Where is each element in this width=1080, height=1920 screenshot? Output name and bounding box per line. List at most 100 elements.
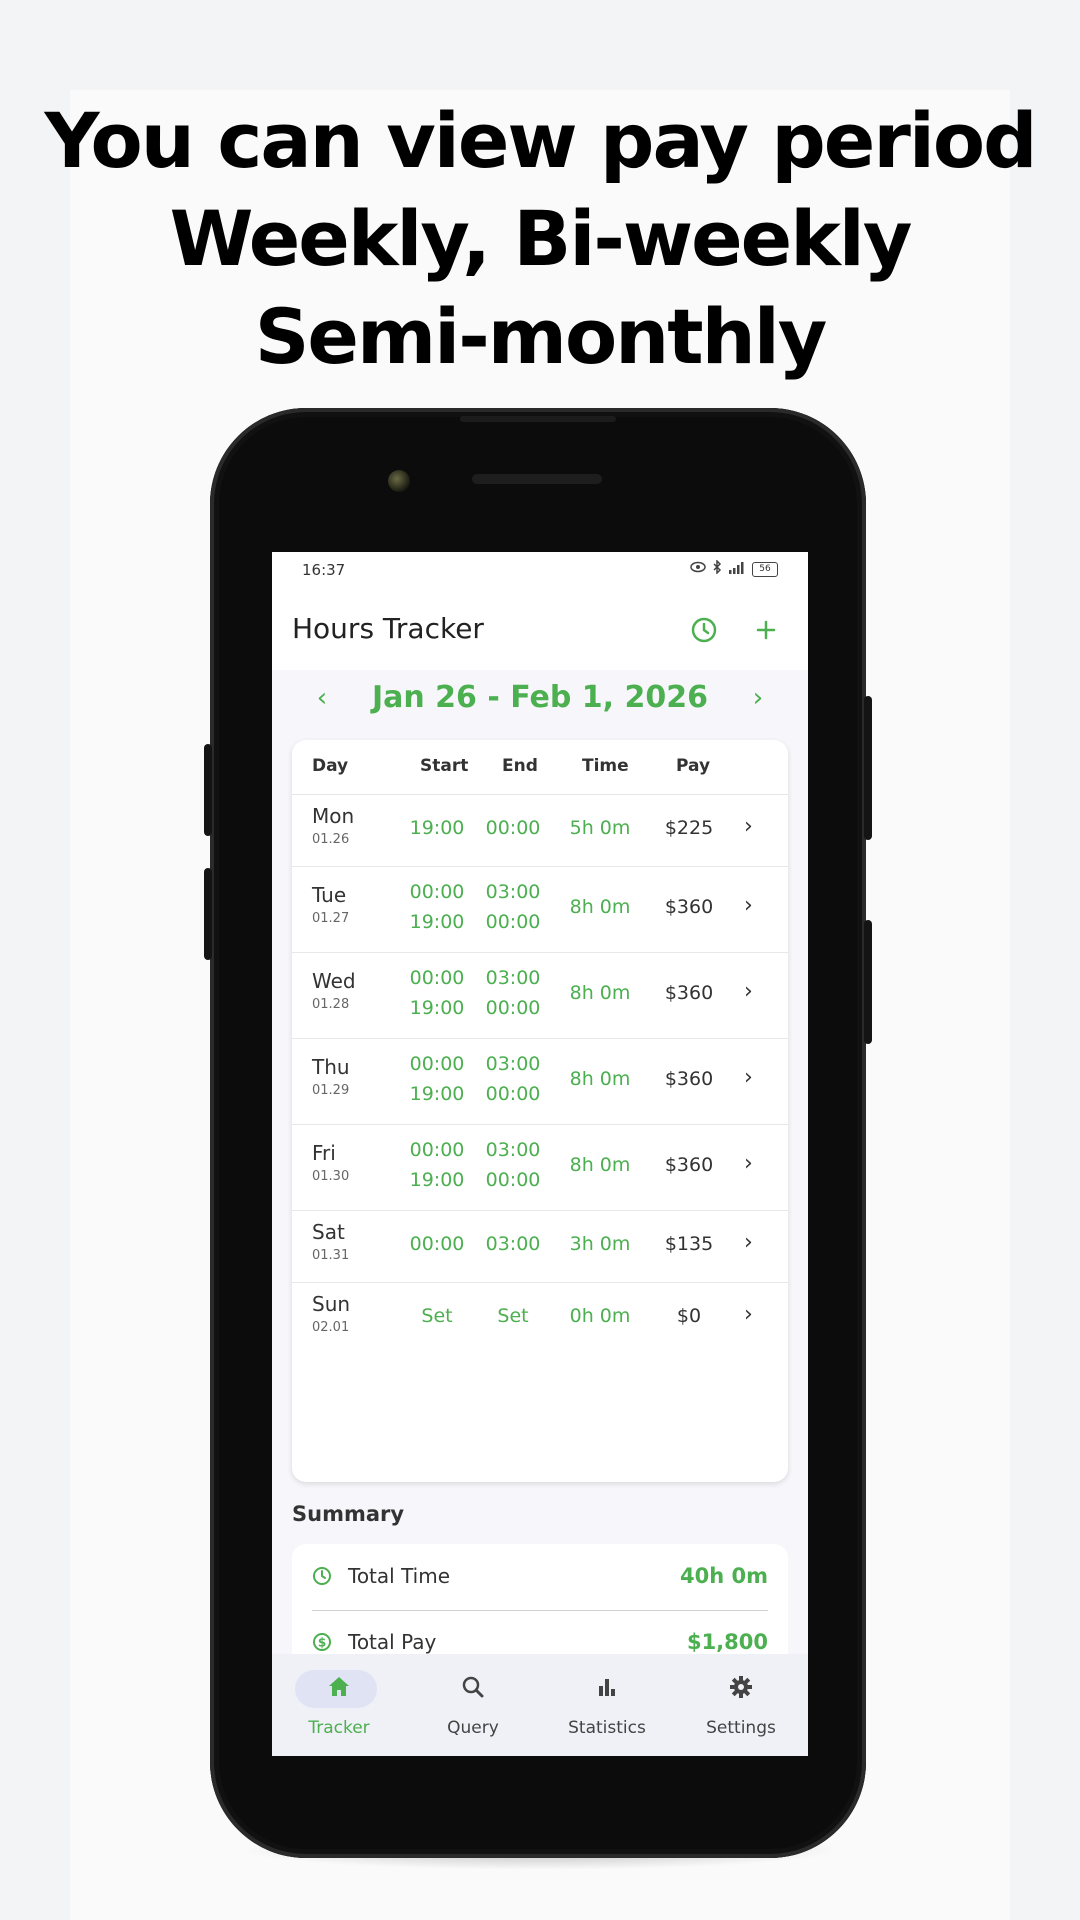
chevron-right-icon[interactable]: › [744,979,753,1004]
row-date: 01.28 [312,997,350,1012]
row-end-time: 03:00 [485,1233,541,1255]
table-row[interactable]: Mon 01.26 19:00 00:00 5h 0m $225 › [292,794,788,867]
row-pay: $225 [664,817,714,839]
chevron-right-icon[interactable]: › [744,893,753,918]
row-pay: $360 [664,982,714,1004]
row-duration: 3h 0m [569,1233,631,1255]
row-duration: 0h 0m [569,1305,631,1327]
bar-chart-icon [540,1674,674,1704]
header-pay: Pay [676,756,711,776]
summary-divider [312,1610,768,1611]
row-day: Sat [312,1220,345,1244]
chevron-right-icon[interactable]: › [744,1230,753,1255]
row-end-time: 00:00 [485,997,541,1019]
chevron-right-icon[interactable]: › [744,1302,753,1327]
table-row[interactable]: Sun 02.01 Set Set 0h 0m $0 › [292,1282,788,1354]
status-time: 16:37 [302,561,346,579]
row-start-time: 19:00 [409,1083,465,1105]
header-day: Day [312,756,349,776]
nav-settings[interactable]: Settings [674,1664,808,1750]
clock-icon [313,1567,331,1585]
nav-query[interactable]: Query [406,1664,540,1750]
status-icons: 56 [690,559,778,578]
nav-label-query: Query [447,1718,499,1738]
row-start-time: Set [421,1305,453,1327]
row-start-time: 00:00 [409,967,465,989]
nav-statistics[interactable]: Statistics [540,1664,674,1750]
row-day: Mon [312,804,355,828]
row-end-time: 03:00 [485,1053,541,1075]
chevron-right-icon[interactable]: › [744,1065,753,1090]
header-end: End [502,756,538,776]
total-time-row: Total Time 40h 0m [312,1554,768,1600]
row-duration: 8h 0m [569,1154,631,1176]
row-date: 01.27 [312,911,350,926]
row-pay: $360 [664,1154,714,1176]
total-time-value: 40h 0m [680,1564,768,1588]
header-start: Start [420,756,469,776]
row-start-time: 00:00 [409,1139,465,1161]
nav-label-statistics: Statistics [568,1718,646,1738]
search-icon [406,1674,540,1704]
row-duration: 8h 0m [569,896,631,918]
phone-volume-up [204,744,212,836]
row-duration: 8h 0m [569,982,631,1004]
row-start-time: 19:00 [409,817,465,839]
row-start-time: 00:00 [409,1053,465,1075]
app-title: Hours Tracker [292,612,484,645]
headline-line-2: Weekly, Bi-weekly [169,194,913,283]
row-date: 01.31 [312,1248,350,1263]
phone-top-bar [460,416,616,422]
row-date: 01.30 [312,1169,350,1184]
table-row[interactable]: Wed 01.28 00:00 19:00 03:00 00:00 8h 0m $360 › [292,952,788,1039]
row-day: Tue [312,883,347,907]
clock-button[interactable] [682,608,726,652]
status-bar: 16:37 56 [272,552,808,588]
svg-text:$: $ [318,1636,326,1650]
headline-line-3: Semi-monthly [254,292,828,381]
bluetooth-icon [712,559,722,578]
row-pay: $135 [664,1233,714,1255]
row-day: Wed [312,969,356,993]
row-start-time: 19:00 [409,911,465,933]
phone-speaker [472,474,602,484]
dollar-icon: $ [313,1633,331,1651]
row-end-time: 03:00 [485,881,541,903]
next-period-button[interactable]: › [738,678,778,718]
nav-label-tracker: Tracker [308,1718,370,1738]
add-button[interactable] [744,608,788,652]
row-pay: $360 [664,1068,714,1090]
nav-tracker[interactable]: Tracker [272,1664,406,1750]
chevron-right-icon[interactable]: › [744,814,753,839]
row-end-time: 03:00 [485,967,541,989]
total-time-label: Total Time [348,1564,451,1588]
nav-label-settings: Settings [706,1718,776,1738]
table-row[interactable]: Fri 01.30 00:00 19:00 03:00 00:00 8h 0m $360 › [292,1124,788,1211]
row-pay: $360 [664,896,714,918]
row-end-time: 00:00 [485,817,541,839]
battery-icon: 56 [752,561,778,577]
signal-icon [728,561,746,578]
period-label[interactable]: Jan 26 - Feb 1, 2026 [272,680,808,715]
row-duration: 5h 0m [569,817,631,839]
table-row[interactable]: Tue 01.27 00:00 19:00 03:00 00:00 8h 0m $360 › [292,866,788,953]
app-screen: 16:37 56 Hours Tracker ‹ Jan 26 - Feb 1,… [272,552,808,1756]
row-end-time: 00:00 [485,911,541,933]
hours-table: Day Start End Time Pay Mon 01.26 19:00 00:0… [292,740,788,1482]
row-end-time: 03:00 [485,1139,541,1161]
row-start-time: 00:00 [409,1233,465,1255]
row-end-time: 00:00 [485,1169,541,1191]
row-day: Sun [312,1292,351,1316]
chevron-right-icon[interactable]: › [744,1151,753,1176]
row-end-time: 00:00 [485,1083,541,1105]
phone-volume-down [204,868,212,960]
row-duration: 8h 0m [569,1068,631,1090]
phone-power-button [864,696,872,840]
row-day: Fri [312,1141,336,1165]
front-camera [388,470,410,492]
table-row[interactable]: Sat 01.31 00:00 03:00 3h 0m $135 › [292,1210,788,1283]
headline-line-1: You can view pay period [44,96,1038,185]
total-pay-value: $1,800 [686,1630,768,1654]
row-start-time: 19:00 [409,997,465,1019]
table-row[interactable]: Thu 01.29 00:00 19:00 03:00 00:00 8h 0m $360 › [292,1038,788,1125]
